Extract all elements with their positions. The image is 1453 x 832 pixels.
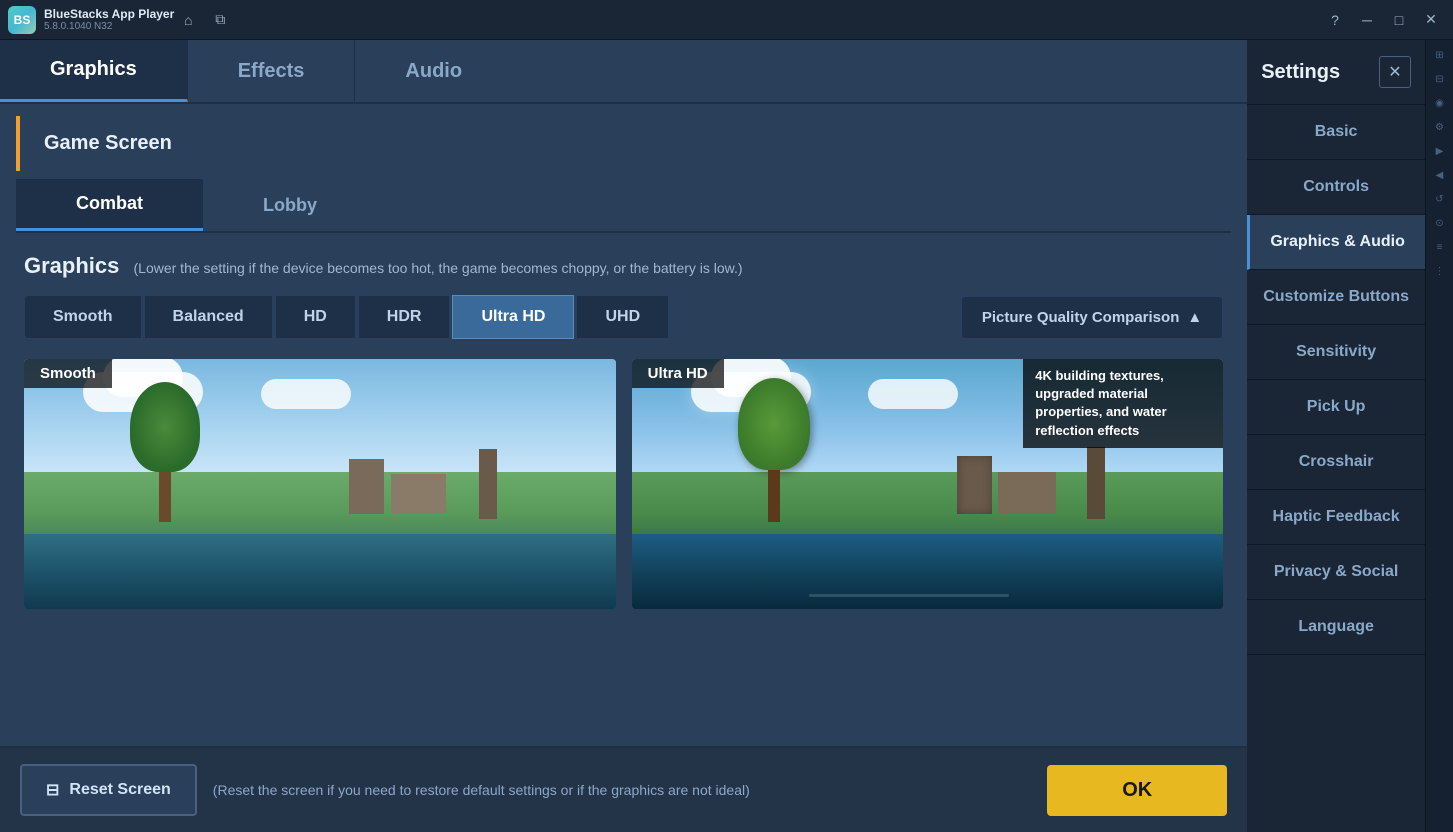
nav-multi-button[interactable]: ⧉ — [206, 6, 234, 34]
side-icon-6[interactable]: ◀ — [1429, 164, 1451, 186]
comparison-ultrahd-description: 4K building textures, upgraded material … — [1023, 359, 1223, 448]
comparison-row: Smooth — [24, 359, 1223, 609]
sidebar-item-customize-buttons[interactable]: Customize Buttons — [1247, 270, 1425, 325]
game-screen-label: Game Screen — [44, 132, 172, 154]
comparison-ultrahd: Ultra HD 4K building textures, upgraded … — [632, 359, 1224, 609]
reset-note: (Reset the screen if you need to restore… — [213, 782, 1031, 798]
ok-button[interactable]: OK — [1047, 765, 1227, 816]
sidebar-item-language[interactable]: Language — [1247, 600, 1425, 655]
title-bar-controls: ? ─ □ ✕ — [1321, 6, 1445, 34]
quality-hd-button[interactable]: HD — [275, 295, 356, 339]
graphics-subtitle: (Lower the setting if the device becomes… — [134, 260, 743, 276]
side-icon-2[interactable]: ⊟ — [1429, 68, 1451, 90]
quality-row: Smooth Balanced HD HDR Ultra HD UHD Pict… — [24, 295, 1223, 339]
side-icon-8[interactable]: ⊙ — [1429, 212, 1451, 234]
side-icon-5[interactable]: ▶ — [1429, 140, 1451, 162]
settings-panel: Graphics Effects Audio Game Screen Comba… — [0, 40, 1247, 832]
comparison-smooth-label: Smooth — [24, 359, 112, 388]
tab-audio[interactable]: Audio — [355, 40, 512, 102]
settings-close-button[interactable]: ✕ — [1379, 56, 1411, 88]
app-logo: BS — [8, 6, 36, 34]
minimize-button[interactable]: ─ — [1353, 6, 1381, 34]
sidebar-item-controls[interactable]: Controls — [1247, 160, 1425, 215]
title-bar-nav: ⌂ ⧉ — [174, 6, 234, 34]
side-icons-strip: ⊞ ⊟ ◉ ⚙ ▶ ◀ ↺ ⊙ ≡ ⋮ — [1425, 40, 1453, 832]
sidebar-item-graphics-audio[interactable]: Graphics & Audio — [1247, 215, 1425, 270]
app-title-text: BlueStacks App Player 5.8.0.1040 N32 — [44, 7, 174, 32]
sidebar-item-haptic-feedback[interactable]: Haptic Feedback — [1247, 490, 1425, 545]
tabs-row: Graphics Effects Audio — [0, 40, 1247, 104]
sidebar-nav: Basic Controls Graphics & Audio Customiz… — [1247, 105, 1425, 832]
right-panel: Settings ✕ Basic Controls Graphics & Aud… — [1247, 40, 1453, 832]
main-container: Graphics Effects Audio Game Screen Comba… — [0, 40, 1453, 832]
sub-tabs-row: Combat Lobby — [16, 179, 1231, 233]
smooth-screenshot — [24, 359, 616, 609]
right-panel-main: Settings ✕ Basic Controls Graphics & Aud… — [1247, 40, 1425, 832]
quality-ultrahd-button[interactable]: Ultra HD — [452, 295, 574, 339]
quality-hdr-button[interactable]: HDR — [358, 295, 451, 339]
sidebar-item-privacy-social[interactable]: Privacy & Social — [1247, 545, 1425, 600]
tab-graphics[interactable]: Graphics — [0, 40, 188, 102]
restore-button[interactable]: □ — [1385, 6, 1413, 34]
help-button[interactable]: ? — [1321, 6, 1349, 34]
settings-header: Settings ✕ — [1247, 40, 1425, 105]
reset-screen-button[interactable]: ⊟ Reset Screen — [20, 764, 197, 816]
title-bar: BS BlueStacks App Player 5.8.0.1040 N32 … — [0, 0, 1453, 40]
side-icon-1[interactable]: ⊞ — [1429, 44, 1451, 66]
sub-tab-combat[interactable]: Combat — [16, 179, 203, 231]
quality-balanced-button[interactable]: Balanced — [144, 295, 273, 339]
side-icon-9[interactable]: ≡ — [1429, 236, 1451, 258]
comparison-ultrahd-label: Ultra HD — [632, 359, 724, 388]
settings-title: Settings — [1261, 61, 1340, 84]
bottom-bar: ⊟ Reset Screen (Reset the screen if you … — [0, 746, 1247, 832]
quality-smooth-button[interactable]: Smooth — [24, 295, 142, 339]
reset-icon: ⊟ — [46, 780, 59, 800]
sub-tab-lobby[interactable]: Lobby — [203, 179, 377, 231]
picture-quality-comparison-button[interactable]: Picture Quality Comparison ▲ — [961, 296, 1223, 339]
chevron-up-icon: ▲ — [1187, 309, 1202, 326]
sidebar-item-basic[interactable]: Basic — [1247, 105, 1425, 160]
side-icon-3[interactable]: ◉ — [1429, 92, 1451, 114]
side-icon-10[interactable]: ⋮ — [1429, 260, 1451, 282]
close-button[interactable]: ✕ — [1417, 6, 1445, 34]
content-area: Graphics (Lower the setting if the devic… — [0, 233, 1247, 746]
graphics-title: Graphics (Lower the setting if the devic… — [24, 253, 1223, 279]
comparison-smooth: Smooth — [24, 359, 616, 609]
side-icon-7[interactable]: ↺ — [1429, 188, 1451, 210]
tab-effects[interactable]: Effects — [188, 40, 356, 102]
nav-home-button[interactable]: ⌂ — [174, 6, 202, 34]
side-icon-4[interactable]: ⚙ — [1429, 116, 1451, 138]
sidebar-item-crosshair[interactable]: Crosshair — [1247, 435, 1425, 490]
sidebar-item-sensitivity[interactable]: Sensitivity — [1247, 325, 1425, 380]
section-header: Game Screen — [16, 116, 1231, 171]
sidebar-item-pick-up[interactable]: Pick Up — [1247, 380, 1425, 435]
quality-uhd-button[interactable]: UHD — [576, 295, 669, 339]
